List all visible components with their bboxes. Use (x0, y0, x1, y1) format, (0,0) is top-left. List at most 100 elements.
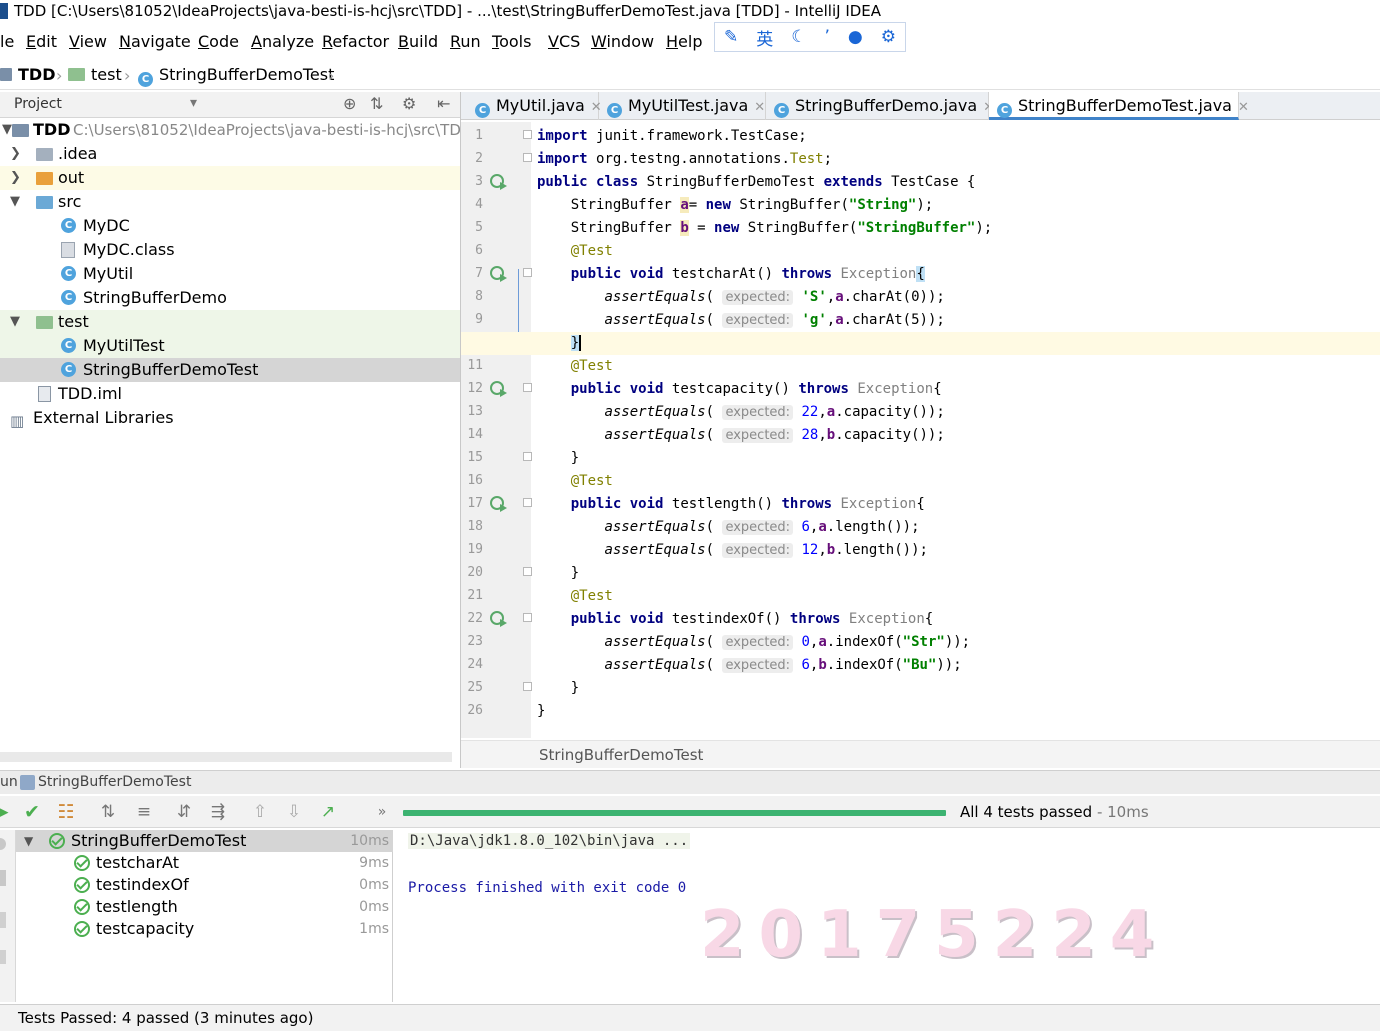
collapse-all-icon[interactable]: ⇶ (208, 802, 228, 822)
show-ignored-icon[interactable]: ☷ (56, 802, 76, 822)
tree-item-test[interactable]: ▼ test (0, 310, 460, 334)
rerun-icon[interactable]: ▶ (0, 802, 12, 822)
menu-refactor[interactable]: Refactor (322, 32, 389, 51)
menu-edit[interactable]: Edit (26, 32, 57, 51)
code-line: public void testlength() throws Exceptio… (570, 496, 925, 512)
breadcrumb-separator: › (124, 66, 131, 85)
tree-item-stringbufferdemo[interactable]: C StringBufferDemo (0, 286, 460, 310)
run-test-class-icon[interactable] (490, 174, 507, 190)
tree-item-myutil[interactable]: C MyUtil (0, 262, 460, 286)
user-icon[interactable]: ● (848, 27, 863, 47)
menu-view[interactable]: View (69, 32, 107, 51)
test-row[interactable]: testindexOf 0ms (16, 874, 393, 896)
close-run-icon[interactable] (0, 950, 6, 964)
chevron-down-icon[interactable]: ▼ (10, 310, 20, 334)
line-number: 1 (475, 128, 483, 143)
project-tree: ▼ TDD C:\Users\81052\IdeaProjects\java-b… (0, 118, 460, 768)
run-test-icon[interactable] (490, 496, 507, 512)
tab-stringbufferdemotest[interactable]: C StringBufferDemoTest.java ✕ (989, 92, 1249, 120)
code-editor[interactable]: import junit.framework.TestCase; import … (531, 122, 1380, 738)
menu-vcs[interactable]: VCS (548, 32, 580, 51)
code-line: public void testcharAt() throws Exceptio… (570, 266, 925, 282)
test-row[interactable]: testcharAt 9ms (16, 852, 393, 874)
code-line: public void testcapacity() throws Except… (570, 381, 942, 397)
menu-build[interactable]: Build (398, 32, 438, 51)
tab-stringbufferdemo[interactable]: CStringBufferDemo.java✕ (766, 92, 994, 120)
expand-all-icon[interactable]: ⇵ (174, 802, 194, 822)
run-test-icon[interactable] (490, 381, 507, 397)
edit-icon[interactable]: ✎ (724, 27, 738, 47)
more-actions-icon[interactable]: » (372, 802, 392, 822)
test-row[interactable]: testlength 0ms (16, 896, 393, 918)
project-panel-header: Project ▾ ⊕ ⇅ ⚙ ⇤ (0, 92, 460, 118)
settings-gear-icon[interactable]: ⚙ (402, 94, 416, 113)
close-icon[interactable]: ✕ (754, 100, 765, 115)
hide-panel-icon[interactable]: ⇤ (437, 94, 450, 113)
chevron-right-icon[interactable]: ❯ (10, 142, 21, 166)
chevron-down-icon[interactable]: ▼ (24, 830, 33, 852)
lang-icon[interactable]: 英 (756, 25, 773, 50)
tree-item-myutiltest[interactable]: C MyUtilTest (0, 334, 460, 358)
menu-analyze[interactable]: Analyze (251, 32, 314, 51)
dropdown-arrow-icon[interactable]: ▾ (190, 95, 197, 111)
line-number: 2 (475, 151, 483, 166)
tree-item-root[interactable]: ▼ TDD C:\Users\81052\IdeaProjects\java-b… (0, 118, 460, 142)
breadcrumb-file[interactable]: C StringBufferDemoTest (138, 65, 334, 87)
dump-icon[interactable] (0, 870, 6, 886)
breadcrumb-test[interactable]: test (68, 65, 122, 84)
close-icon[interactable]: ✕ (1238, 100, 1249, 115)
tree-item-mydc[interactable]: C MyDC (0, 214, 460, 238)
tree-item-idea[interactable]: ❯ .idea (0, 142, 460, 166)
next-failed-icon[interactable]: ⇩ (284, 802, 304, 822)
horizontal-scrollbar[interactable] (0, 752, 452, 762)
tree-item-mydc-class[interactable]: MyDC.class (0, 238, 460, 262)
libraries-icon: ▥ (10, 412, 25, 430)
tree-item-tdd-iml[interactable]: TDD.iml (0, 382, 460, 406)
tab-myutiltest[interactable]: C MyUtilTest.java ✕ (599, 92, 766, 120)
tree-item-out[interactable]: ❯ out (0, 166, 460, 190)
tab-myutil[interactable]: C MyUtil.java ✕ (467, 92, 602, 120)
breadcrumb-root[interactable]: TDD (0, 65, 55, 84)
collapse-all-icon[interactable]: ⇅ (370, 94, 383, 113)
project-panel-title[interactable]: Project (14, 96, 62, 112)
test-suite-row[interactable]: ▼ StringBufferDemoTest 10ms (16, 830, 393, 852)
code-line: public void testindexOf() throws Excepti… (570, 611, 934, 627)
sort-alpha-icon[interactable]: ⇅ (98, 802, 118, 822)
test-results-tree: ▼ StringBufferDemoTest 10ms testcharAt 9… (16, 830, 393, 1002)
breadcrumb-separator: › (56, 66, 63, 85)
punct-icon[interactable]: ’ (825, 27, 830, 47)
menu-help[interactable]: Help (666, 32, 702, 51)
stop-icon[interactable] (0, 838, 6, 850)
tree-item-external-libraries[interactable]: ▥ External Libraries (0, 406, 460, 430)
menu-run[interactable]: Run (450, 32, 481, 51)
code-line: assertEquals( expected: 0,a.indexOf("Str… (604, 634, 971, 650)
line-number: 6 (475, 243, 483, 258)
menu-file[interactable]: le (0, 32, 14, 51)
locate-icon[interactable]: ⊕ (343, 94, 356, 113)
run-test-icon[interactable] (490, 611, 507, 627)
code-line: assertEquals( expected: 22,a.capacity())… (604, 404, 945, 420)
pin-icon[interactable] (0, 912, 6, 928)
export-icon[interactable]: ↗ (318, 802, 338, 822)
menu-window[interactable]: Window (591, 32, 654, 51)
show-passed-icon[interactable]: ✔ (22, 802, 42, 822)
chevron-down-icon[interactable]: ▼ (10, 190, 20, 214)
chevron-down-icon[interactable]: ▼ (2, 118, 12, 142)
run-config-title[interactable]: StringBufferDemoTest (38, 774, 191, 790)
tree-item-src[interactable]: ▼ src (0, 190, 460, 214)
gear-icon[interactable]: ⚙ (881, 27, 896, 47)
menu-navigate[interactable]: Navigate (119, 32, 191, 51)
sort-duration-icon[interactable]: ≡ (134, 802, 154, 822)
run-test-icon[interactable] (490, 266, 507, 282)
test-row[interactable]: testcapacity 1ms (16, 918, 393, 940)
status-bar: Tests Passed: 4 passed (3 minutes ago) (0, 1004, 1380, 1031)
previous-failed-icon[interactable]: ⇧ (250, 802, 270, 822)
menu-tools[interactable]: Tools (492, 32, 531, 51)
menu-code[interactable]: Code (198, 32, 239, 51)
moon-icon[interactable]: ☾ (791, 27, 806, 47)
chevron-right-icon[interactable]: ❯ (10, 166, 21, 190)
footer-class-label[interactable]: StringBufferDemoTest (539, 746, 703, 764)
line-number: 14 (467, 427, 483, 442)
tree-item-stringbufferdemotest[interactable]: C StringBufferDemoTest (0, 358, 460, 382)
line-number: 26 (467, 703, 483, 718)
